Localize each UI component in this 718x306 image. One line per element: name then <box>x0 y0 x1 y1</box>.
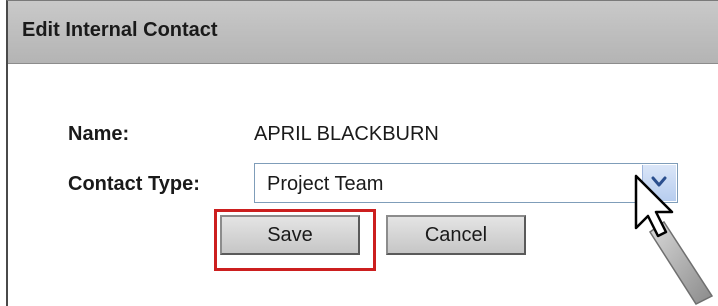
contact-type-selected-value: Project Team <box>267 173 384 195</box>
save-button[interactable]: Save <box>220 215 360 255</box>
edit-internal-contact-dialog: Edit Internal Contact Name: APRIL BLACKB… <box>6 0 718 306</box>
screenshot-stage: Edit Internal Contact Name: APRIL BLACKB… <box>0 0 718 306</box>
mouse-pointer-icon <box>634 174 714 305</box>
name-label: Name: <box>68 123 130 145</box>
name-value: APRIL BLACKBURN <box>254 123 439 145</box>
dialog-title: Edit Internal Contact <box>22 19 218 41</box>
dialog-header: Edit Internal Contact <box>8 1 718 64</box>
contact-type-select[interactable]: Project Team <box>254 163 678 203</box>
cancel-button[interactable]: Cancel <box>386 215 526 255</box>
contact-type-label: Contact Type: <box>68 173 200 195</box>
